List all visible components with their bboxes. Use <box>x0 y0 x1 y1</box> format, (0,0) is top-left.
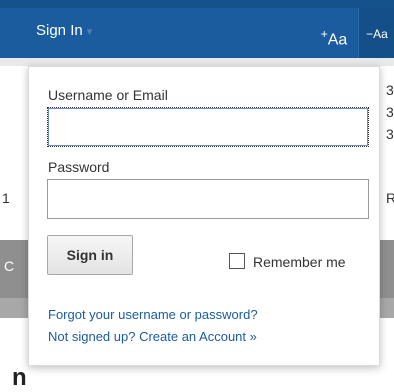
remember-me-label: Remember me <box>253 254 346 270</box>
forgot-password-link[interactable]: Forgot your username or password? <box>48 307 258 322</box>
remember-me-option[interactable]: Remember me <box>229 253 346 270</box>
create-account-link[interactable]: Not signed up? Create an Account » <box>48 329 257 344</box>
decrease-font-size-button[interactable]: −Aa <box>358 8 394 60</box>
decrease-font-label: Aa <box>373 27 388 41</box>
username-input[interactable] <box>47 107 369 147</box>
signin-menu-toggle[interactable]: Sign In ▾ <box>36 22 92 39</box>
password-input[interactable] <box>47 179 369 219</box>
signin-menu-label: Sign In <box>36 22 83 39</box>
background-text: 3 <box>386 126 394 142</box>
top-nav-bar: Sign In ▾ +Aa −Aa <box>0 0 394 60</box>
chevron-down-icon: ▾ <box>86 26 93 38</box>
increase-font-label: Aa <box>327 31 348 49</box>
password-label: Password <box>48 159 110 175</box>
background-text: C <box>4 258 15 274</box>
background-text: 3 <box>386 82 394 98</box>
remember-me-checkbox[interactable] <box>229 253 245 269</box>
login-dropdown-panel: Username or Email Password Sign in Remem… <box>28 66 380 366</box>
plus-icon: + <box>320 27 328 41</box>
background-text: 3 <box>386 104 394 120</box>
increase-font-size-button[interactable]: +Aa <box>310 8 358 60</box>
signin-button[interactable]: Sign in <box>47 235 133 275</box>
background-text: n <box>12 364 27 391</box>
username-label: Username or Email <box>48 87 168 103</box>
background-gray-band <box>0 58 394 66</box>
background-text: R <box>386 190 394 206</box>
background-text: 1 <box>2 190 10 206</box>
